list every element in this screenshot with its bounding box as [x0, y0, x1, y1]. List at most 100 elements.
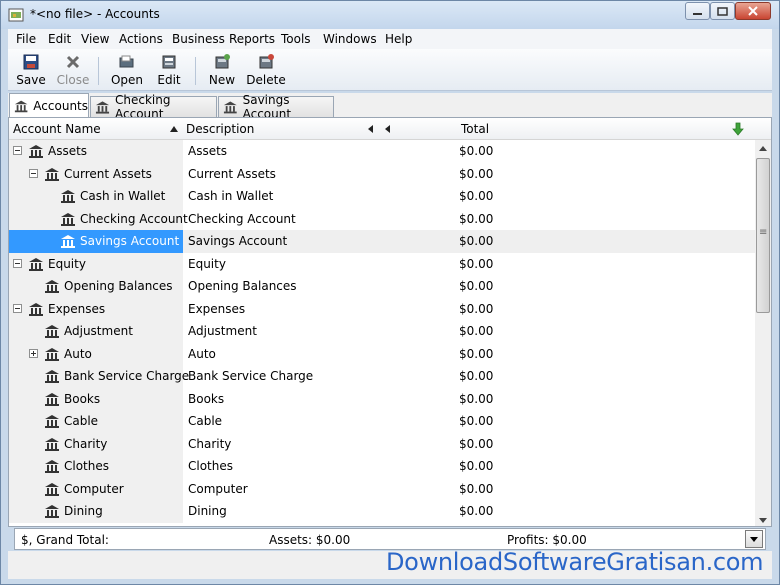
account-name: Cable — [64, 414, 99, 428]
collapse-icon[interactable] — [13, 303, 22, 313]
bank-icon — [61, 190, 75, 203]
account-description: Auto — [188, 346, 216, 361]
account-row[interactable]: Clothes Clothes $0.00 — [9, 455, 755, 478]
bank-icon — [29, 145, 43, 158]
open-folder-icon — [119, 55, 134, 68]
close-window-button[interactable] — [735, 2, 771, 20]
close-button[interactable]: Close — [56, 53, 90, 89]
account-row[interactable]: Charity Charity $0.00 — [9, 432, 755, 455]
account-description: Books — [188, 391, 225, 406]
bank-icon — [45, 505, 59, 518]
column-left-arrow-icon[interactable] — [385, 125, 390, 133]
account-name: Adjustment — [64, 324, 133, 338]
minimize-button[interactable] — [685, 2, 710, 20]
menu-file[interactable]: File — [16, 32, 36, 46]
account-rows: Assets Assets $0.00 Current Assets Curre… — [9, 140, 755, 526]
account-name: Charity — [64, 436, 108, 451]
save-button[interactable]: Save — [14, 53, 48, 89]
account-row-selected[interactable]: Savings Account Savings Account $0.00 — [9, 230, 755, 253]
menu-edit[interactable]: Edit — [48, 32, 71, 46]
open-button[interactable]: Open — [109, 53, 145, 89]
account-row[interactable]: Adjustment Adjustment $0.00 — [9, 320, 755, 343]
tab-accounts[interactable]: Accounts — [9, 93, 89, 117]
column-header: Account Name Description Total — [9, 118, 771, 140]
account-total: $0.00 — [459, 346, 494, 361]
accounts-tree: Account Name Description Total Assets As… — [8, 117, 772, 527]
vertical-scrollbar[interactable] — [755, 140, 771, 526]
collapse-icon[interactable] — [13, 258, 22, 268]
account-description: Charity — [188, 436, 232, 451]
minimize-icon — [693, 13, 702, 15]
account-name: Dining — [64, 504, 103, 518]
maximize-button[interactable] — [710, 2, 735, 20]
scroll-down-arrow-icon[interactable] — [759, 518, 767, 523]
account-description: Checking Account — [188, 211, 296, 226]
account-name: Computer — [64, 481, 124, 496]
column-selector-down-arrow-icon[interactable] — [731, 122, 745, 136]
account-row[interactable]: Checking Account Checking Account $0.00 — [9, 207, 755, 230]
sort-ascending-icon — [170, 126, 178, 132]
account-row[interactable]: Cable Cable $0.00 — [9, 410, 755, 433]
collapse-icon[interactable] — [13, 146, 22, 155]
menu-reports[interactable]: Reports — [229, 32, 275, 46]
tab-savings-account[interactable]: Savings Account — [218, 93, 334, 121]
menu-actions[interactable]: Actions — [119, 32, 163, 46]
bank-icon — [29, 302, 43, 316]
title-bar[interactable]: *<no file> - Accounts — [1, 1, 779, 29]
bank-icon — [45, 167, 59, 181]
account-row[interactable]: Opening Balances Opening Balances $0.00 — [9, 275, 755, 298]
account-row[interactable]: Bank Service Charge Bank Service Charge … — [9, 365, 755, 388]
bank-icon — [29, 257, 43, 271]
column-total[interactable]: Total — [461, 122, 489, 136]
delete-account-icon — [259, 54, 274, 69]
account-total: $0.00 — [459, 166, 494, 181]
new-account-icon — [215, 54, 230, 69]
column-left-arrow-icon[interactable] — [368, 125, 373, 133]
summary-dropdown-button[interactable] — [745, 530, 763, 548]
account-description: Cable — [188, 414, 223, 428]
account-name: Opening Balances — [64, 279, 173, 293]
tab-checking-account[interactable]: Checking Account — [90, 93, 217, 121]
account-row[interactable]: Dining Dining $0.00 — [9, 500, 755, 523]
tab-strip: Accounts Checking Account Savings Accoun… — [8, 93, 772, 121]
collapse-icon[interactable] — [29, 168, 38, 178]
assets-summary: Assets: $0.00 — [269, 533, 351, 547]
restore-icon — [717, 7, 728, 16]
new-button[interactable]: New — [205, 53, 239, 89]
scrollbar-thumb[interactable] — [756, 158, 770, 313]
account-row[interactable]: Current Assets Current Assets $0.00 — [9, 162, 755, 185]
delete-button[interactable]: Delete — [246, 53, 286, 89]
column-description[interactable]: Description — [186, 122, 254, 136]
expand-icon[interactable] — [29, 348, 38, 358]
account-row[interactable]: Books Books $0.00 — [9, 387, 755, 410]
close-icon — [748, 6, 758, 16]
bank-icon — [45, 482, 59, 496]
account-row[interactable]: Assets Assets $0.00 — [9, 140, 755, 163]
account-total: $0.00 — [459, 301, 494, 316]
account-row[interactable]: Expenses Expenses $0.00 — [9, 297, 755, 320]
edit-button[interactable]: Edit — [153, 53, 185, 89]
menu-windows[interactable]: Windows — [323, 32, 377, 46]
bank-icon — [14, 100, 28, 112]
menu-help[interactable]: Help — [385, 32, 412, 46]
toolbar-separator — [195, 57, 196, 85]
account-row[interactable]: Equity Equity $0.00 — [9, 252, 755, 275]
column-account-name[interactable]: Account Name — [13, 122, 101, 136]
account-description: Clothes — [188, 459, 233, 473]
summary-bar: $, Grand Total: Assets: $0.00 Profits: $… — [14, 528, 766, 550]
account-row[interactable]: Auto Auto $0.00 — [9, 342, 755, 365]
menu-business[interactable]: Business — [172, 32, 225, 46]
bank-icon — [45, 325, 59, 338]
account-row[interactable]: Cash in Wallet Cash in Wallet $0.00 — [9, 185, 755, 208]
scroll-up-arrow-icon[interactable] — [759, 146, 767, 151]
toolbar: Save Close Open Edit New Delete — [8, 49, 772, 91]
bank-icon — [45, 280, 59, 293]
menu-tools[interactable]: Tools — [281, 32, 311, 46]
account-name: Equity — [48, 256, 86, 271]
account-description: Computer — [188, 481, 248, 496]
menu-view[interactable]: View — [81, 32, 109, 46]
account-description: Dining — [188, 504, 227, 518]
account-description: Savings Account — [188, 234, 288, 248]
account-total: $0.00 — [459, 189, 494, 203]
account-row[interactable]: Computer Computer $0.00 — [9, 477, 755, 500]
